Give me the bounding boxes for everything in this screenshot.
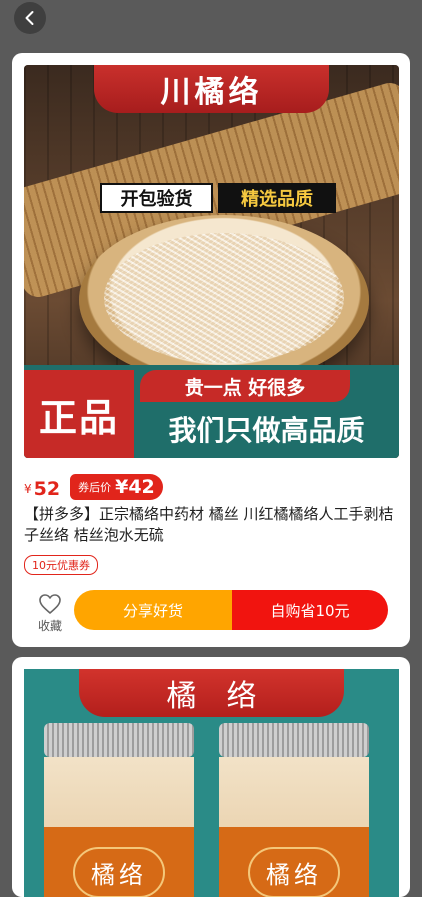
image-slogan-1: 贵一点 好很多 (140, 370, 350, 402)
heart-icon (38, 593, 62, 615)
product-card[interactable]: 橘络 橘络 橘络 (12, 657, 410, 897)
jar-lid (219, 723, 369, 757)
currency-symbol: ¥ (24, 482, 32, 496)
product-image[interactable]: 橘络 橘络 橘络 (24, 669, 399, 897)
action-buttons: 分享好货 自购省10元 (74, 590, 388, 630)
buy-button[interactable]: 自购省10元 (232, 590, 388, 630)
coupon-badge[interactable]: 10元优惠券 (24, 555, 98, 575)
coupon-price-value: ¥42 (115, 476, 155, 498)
jar-lid (44, 723, 194, 757)
share-button[interactable]: 分享好货 (74, 590, 232, 630)
image-title: 橘络 (79, 669, 344, 717)
jar-body: 橘络 (219, 757, 369, 897)
image-title: 川橘络 (94, 65, 329, 113)
product-image[interactable]: 川橘络 开包验货 精选品质 正品 贵一点 好很多 我们只做高品质 (24, 65, 399, 458)
coupon-price-label: 券后价 (78, 479, 111, 495)
coupon-price-tag: 券后价 ¥42 (70, 474, 163, 500)
image-slogan-2: 我们只做高品质 (134, 407, 399, 451)
image-tag-inspect: 开包验货 (100, 183, 213, 213)
price: 52 (34, 478, 60, 500)
product-title[interactable]: 【拼多多】正宗橘络中药材 橘丝 川红橘橘络人工手剥桔子丝络 桔丝泡水无硫 (24, 504, 399, 546)
favorite-label: 收藏 (38, 617, 62, 634)
favorite-button[interactable]: 收藏 (32, 593, 68, 634)
image-tag-quality: 精选品质 (218, 183, 336, 213)
jar-label-text: 橘络 (73, 847, 165, 897)
jar: 橘络 (219, 723, 369, 897)
price-row: ¥ 52 券后价 ¥42 (24, 470, 163, 500)
back-button[interactable] (14, 2, 46, 34)
jar-label-text: 橘络 (248, 847, 340, 897)
jar-body: 橘络 (44, 757, 194, 897)
image-badge-genuine: 正品 (24, 370, 134, 458)
jar: 橘络 (44, 723, 194, 897)
tangerine-fiber (104, 233, 344, 363)
product-card[interactable]: 川橘络 开包验货 精选品质 正品 贵一点 好很多 我们只做高品质 ¥ 52 券后… (12, 53, 410, 647)
chevron-left-icon (22, 10, 38, 26)
